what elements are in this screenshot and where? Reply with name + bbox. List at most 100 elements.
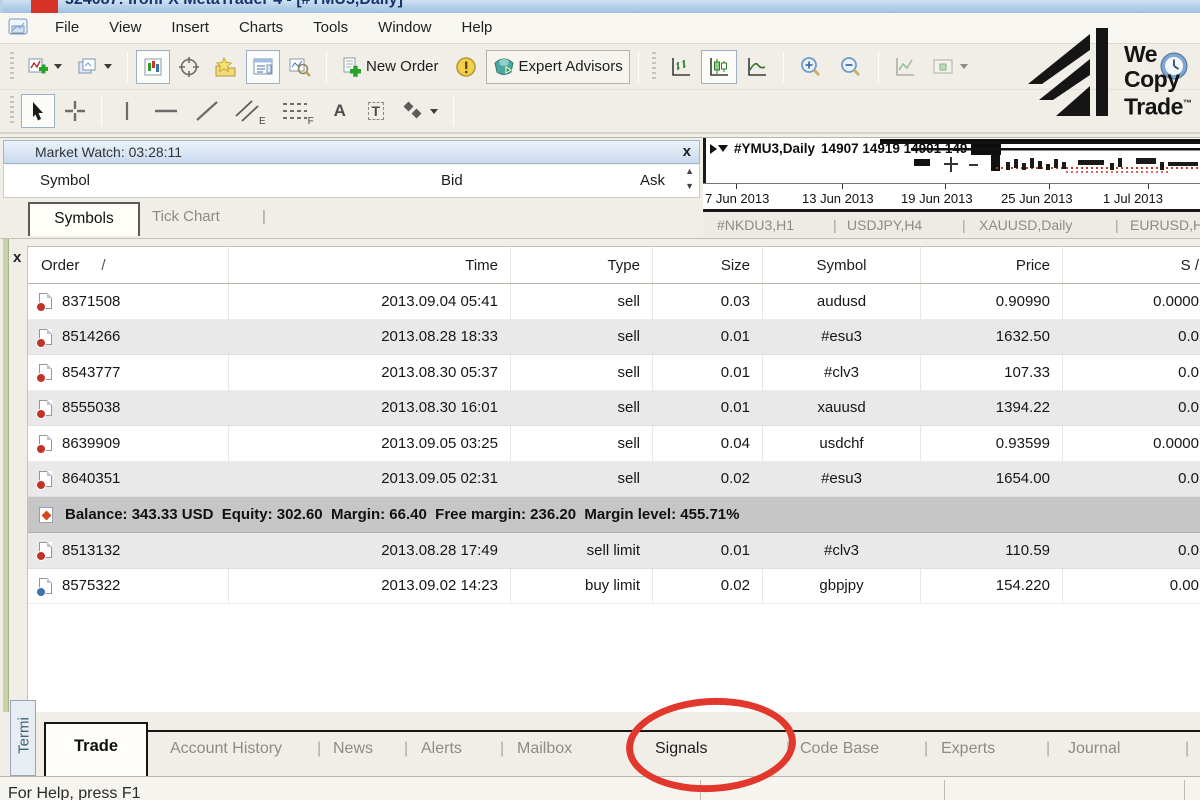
chart-strip[interactable]: #YMU3,Daily 14907 14919 14901 149 [703, 138, 1200, 183]
axis-tick-mark [1148, 184, 1149, 189]
cell-size: 0.02 [653, 569, 763, 604]
chart-tab-eurusd-h1[interactable]: EURUSD,H1 [1130, 217, 1200, 233]
tab-account-history[interactable]: Account History [170, 740, 282, 758]
cell-order: 8639909 [28, 426, 229, 461]
navigator-button[interactable] [208, 50, 244, 84]
horizontal-line-tool-button[interactable] [146, 94, 186, 128]
channel-tool-button[interactable]: E [228, 94, 273, 128]
new-order-button[interactable]: New Order [335, 50, 446, 84]
menu-file[interactable]: File [40, 13, 94, 43]
tab-experts[interactable]: Experts [941, 740, 995, 758]
cursor-tool-button[interactable] [21, 94, 55, 128]
strategy-tester-button[interactable] [282, 50, 318, 84]
tab-journal[interactable]: Journal [1068, 740, 1120, 758]
table-row[interactable]: 86403512013.09.05 02:31sell0.02#esu31654… [28, 462, 1200, 498]
cell-sl: 0.0 [1063, 320, 1200, 355]
candlestick-strip [706, 138, 1200, 183]
text-label-tool-button[interactable]: T [359, 94, 393, 128]
status-divider [944, 780, 945, 800]
toolbar-grip[interactable] [10, 52, 14, 82]
toolbar-grip[interactable] [10, 96, 14, 126]
column-symbol[interactable]: Symbol [40, 172, 90, 189]
vertical-line-tool-button[interactable] [110, 94, 144, 128]
terminal-button[interactable] [246, 50, 280, 84]
terminal-window-icon [253, 58, 273, 76]
menu-charts[interactable]: Charts [224, 13, 298, 43]
scroll-arrows[interactable]: ▲ ▼ [685, 167, 694, 191]
column-bid[interactable]: Bid [441, 172, 463, 189]
indicators-button[interactable] [887, 50, 923, 84]
tab-news[interactable]: News [333, 740, 373, 758]
table-row[interactable]: 85142662013.08.28 18:33sell0.01#esu31632… [28, 320, 1200, 356]
periods-button[interactable] [925, 50, 975, 84]
table-row[interactable]: 85753222013.09.02 14:23buy limit0.02gbpj… [28, 569, 1200, 605]
column-time[interactable]: Time [229, 247, 511, 283]
menu-tools[interactable]: Tools [298, 13, 363, 43]
column-symbol[interactable]: Symbol [763, 247, 921, 283]
cell-time: 2013.09.04 05:41 [229, 284, 511, 319]
tab-alerts[interactable]: Alerts [421, 740, 462, 758]
table-row[interactable]: 85131322013.08.28 17:49sell limit0.01#cl… [28, 533, 1200, 569]
close-icon[interactable]: x [13, 249, 21, 266]
chart-time-axis: 7 Jun 201313 Jun 201319 Jun 201325 Jun 2… [703, 183, 1200, 209]
expert-advisors-button[interactable]: Expert Advisors [486, 50, 630, 84]
tab-tick-chart[interactable]: Tick Chart [152, 208, 220, 225]
chart-tab-xauusd-daily[interactable]: XAUUSD,Daily [979, 217, 1072, 233]
arrows-tool-button[interactable] [395, 94, 445, 128]
column-order[interactable]: Order / [28, 247, 229, 283]
menu-insert[interactable]: Insert [156, 13, 224, 43]
menu-view[interactable]: View [94, 13, 156, 43]
candlestick-type-button[interactable] [701, 50, 737, 84]
new-chart-button[interactable] [21, 50, 69, 84]
data-window-button[interactable] [172, 50, 206, 84]
tab-code-base[interactable]: Code Base [800, 740, 879, 758]
menu-help[interactable]: Help [447, 13, 508, 43]
zoom-out-button[interactable] [832, 50, 870, 84]
order-number: 8513132 [62, 542, 120, 559]
zoom-in-button[interactable] [792, 50, 830, 84]
metaeditor-button[interactable] [448, 50, 484, 84]
profiles-button[interactable] [71, 50, 119, 84]
order-number: 8575322 [62, 577, 120, 594]
tab-mailbox[interactable]: Mailbox [517, 740, 572, 758]
table-row[interactable]: 85550382013.08.30 16:01sell0.01xauusd139… [28, 391, 1200, 427]
line-chart-type-button[interactable] [739, 50, 775, 84]
close-icon[interactable]: x [683, 141, 691, 163]
trendline-tool-button[interactable] [188, 94, 226, 128]
cell-time: 2013.08.28 18:33 [229, 320, 511, 355]
table-row[interactable]: 85437772013.08.30 05:37sell0.01#clv3107.… [28, 355, 1200, 391]
bar-chart-type-button[interactable] [663, 50, 699, 84]
tab-trade[interactable]: Trade [44, 722, 148, 776]
market-watch-button[interactable] [136, 50, 170, 84]
column-sl[interactable]: S / [1063, 247, 1200, 283]
toolbar-separator [127, 52, 128, 82]
mt4-window: 324087: IronFX MetaTrader 4 - [#YMU3,Dai… [0, 0, 1200, 800]
cell-symbol: #clv3 [763, 355, 921, 390]
menu-window[interactable]: Window [363, 13, 446, 43]
cell-time: 2013.09.02 14:23 [229, 569, 511, 604]
toolbar-grip[interactable] [652, 52, 656, 82]
scroll-up-icon[interactable]: ▲ [685, 167, 694, 176]
fibonacci-tool-button[interactable]: F [275, 94, 321, 128]
column-type[interactable]: Type [511, 247, 653, 283]
tab-symbols[interactable]: Symbols [28, 202, 140, 236]
column-ask[interactable]: Ask [640, 172, 665, 189]
table-row[interactable]: 86399092013.09.05 03:25sell0.04usdchf0.9… [28, 426, 1200, 462]
crosshair-tool-button[interactable] [57, 94, 93, 128]
terminal-side-tab[interactable]: Termi [10, 700, 36, 776]
column-size[interactable]: Size [653, 247, 763, 283]
chart-panel: #YMU3,Daily 14907 14919 14901 149 [703, 137, 1200, 238]
column-price[interactable]: Price [921, 247, 1063, 283]
table-row[interactable]: 83715082013.09.04 05:41sell0.03audusd0.9… [28, 284, 1200, 320]
text-tool-button[interactable]: A [323, 94, 357, 128]
tab-separator: | [262, 208, 266, 225]
scroll-down-icon[interactable]: ▼ [685, 182, 694, 191]
trademark-symbol: ™ [1183, 98, 1192, 108]
cell-price: 1632.50 [921, 320, 1063, 355]
candlestick-icon [708, 56, 730, 78]
chart-tab-usdjpy-h4[interactable]: USDJPY,H4 [847, 217, 922, 233]
cell-size: 0.04 [653, 426, 763, 461]
market-watch-titlebar[interactable]: Market Watch: 03:28:11 x [3, 140, 700, 164]
chart-tab--nkdu3-h1[interactable]: #NKDU3,H1 [717, 217, 794, 233]
tab-separator: | [500, 740, 504, 758]
